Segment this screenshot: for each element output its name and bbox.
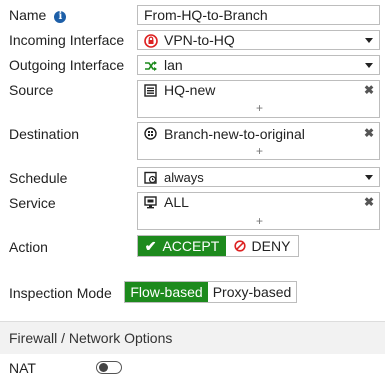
address-object-icon [144,84,157,97]
service-label: Service [9,195,56,211]
check-icon: ✔ [144,237,157,254]
add-source-button[interactable]: + [256,101,263,115]
vpn-tunnel-icon [144,34,158,48]
name-input[interactable]: From-HQ-to-Branch [137,5,380,25]
schedule-label: Schedule [9,170,68,186]
inspection-mode-label: Inspection Mode [9,285,112,301]
proxy-based-button[interactable]: Proxy-based [208,282,296,302]
nat-toggle[interactable] [96,361,122,374]
source-field[interactable]: HQ-new ✖ + [137,80,380,118]
chevron-down-icon [365,38,373,43]
name-label: Name i [9,7,67,23]
add-service-button[interactable]: + [256,214,263,228]
address-group-icon [144,127,157,140]
destination-label: Destination [9,126,80,142]
add-destination-button[interactable]: + [256,144,263,158]
switch-ports-icon [145,61,157,71]
service-field[interactable]: ALL ✖ + [137,192,380,230]
toggle-knob [99,363,108,372]
inspection-mode-toggle-group: Flow-based Proxy-based [124,281,297,303]
incoming-interface-label: Incoming Interface [9,32,125,48]
destination-field[interactable]: Branch-new-to-original ✖ + [137,122,380,160]
flow-based-button[interactable]: Flow-based [125,282,208,302]
section-title: Firewall / Network Options [9,330,173,346]
info-icon[interactable]: i [54,11,67,23]
action-label: Action [9,239,48,255]
chevron-down-icon [365,63,373,68]
outgoing-interface-select[interactable]: lan [137,55,380,75]
source-label: Source [9,82,54,98]
schedule-clock-icon [144,171,157,184]
schedule-select[interactable]: always [137,167,380,187]
deny-icon [233,240,246,252]
deny-button[interactable]: DENY [226,236,298,256]
action-toggle-group: ✔ ACCEPT DENY [137,235,299,257]
nat-label: NAT [9,360,36,376]
service-icon [144,196,157,209]
incoming-interface-select[interactable]: VPN-to-HQ [137,30,380,50]
remove-destination-button[interactable]: ✖ [364,126,374,140]
remove-source-button[interactable]: ✖ [364,83,374,97]
firewall-network-options-section: Firewall / Network Options [0,321,385,354]
accept-button[interactable]: ✔ ACCEPT [138,236,226,256]
chevron-down-icon [365,175,373,180]
remove-service-button[interactable]: ✖ [364,195,374,209]
outgoing-interface-label: Outgoing Interface [9,57,125,73]
